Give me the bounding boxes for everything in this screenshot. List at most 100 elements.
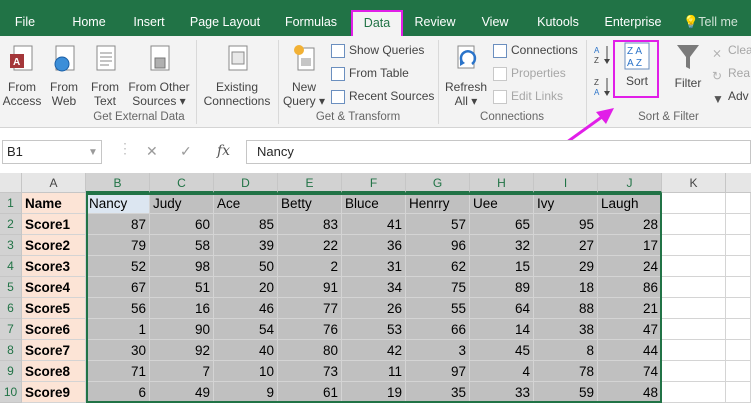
data-cell[interactable]: 85 bbox=[214, 214, 278, 235]
header-cell[interactable]: Ace bbox=[214, 193, 278, 214]
data-cell[interactable]: 20 bbox=[214, 277, 278, 298]
data-cell[interactable]: 3 bbox=[406, 340, 470, 361]
row-header-1[interactable]: 1 bbox=[0, 193, 22, 214]
data-cell[interactable]: 59 bbox=[534, 382, 598, 403]
column-header-a[interactable]: A bbox=[22, 173, 86, 193]
column-header-d[interactable]: D bbox=[214, 173, 278, 193]
enter-check-icon[interactable]: ✓ bbox=[180, 143, 192, 160]
tab-data[interactable]: Data bbox=[351, 10, 403, 36]
data-cell[interactable]: 29 bbox=[534, 256, 598, 277]
sort-descending-button[interactable]: Z A bbox=[594, 76, 612, 101]
tab-file[interactable]: File bbox=[8, 9, 42, 35]
data-cell[interactable]: 8 bbox=[534, 340, 598, 361]
empty-cell[interactable] bbox=[726, 319, 751, 340]
row-header-9[interactable]: 9 bbox=[0, 361, 22, 382]
data-cell[interactable]: 54 bbox=[214, 319, 278, 340]
column-header-e[interactable]: E bbox=[278, 173, 342, 193]
data-cell[interactable]: 31 bbox=[342, 256, 406, 277]
tab-view[interactable]: View bbox=[474, 9, 516, 35]
data-cell[interactable]: 86 bbox=[598, 277, 662, 298]
data-cell[interactable]: 46 bbox=[214, 298, 278, 319]
header-cell[interactable]: Judy bbox=[150, 193, 214, 214]
data-cell[interactable]: 10 bbox=[214, 361, 278, 382]
tab-page-layout[interactable]: Page Layout bbox=[186, 9, 264, 35]
row-header-2[interactable]: 2 bbox=[0, 214, 22, 235]
data-cell[interactable]: 42 bbox=[342, 340, 406, 361]
data-cell[interactable]: 28 bbox=[598, 214, 662, 235]
header-cell[interactable]: Ivy bbox=[534, 193, 598, 214]
row-header-10[interactable]: 10 bbox=[0, 382, 22, 403]
name-cell[interactable]: Score6 bbox=[22, 319, 86, 340]
data-cell[interactable]: 9 bbox=[214, 382, 278, 403]
column-header-k[interactable]: K bbox=[662, 173, 726, 193]
clear-filter-button[interactable]: ⨯ Clea bbox=[712, 41, 751, 60]
data-cell[interactable]: 49 bbox=[150, 382, 214, 403]
insert-function-icon[interactable]: fx bbox=[217, 143, 230, 159]
data-cell[interactable]: 96 bbox=[406, 235, 470, 256]
tab-kutools[interactable]: Kutools bbox=[530, 9, 586, 35]
data-cell[interactable]: 58 bbox=[150, 235, 214, 256]
data-cell[interactable]: 79 bbox=[86, 235, 150, 256]
data-cell[interactable]: 11 bbox=[342, 361, 406, 382]
data-cell[interactable]: 38 bbox=[534, 319, 598, 340]
header-cell[interactable]: Uee bbox=[470, 193, 534, 214]
data-cell[interactable]: 26 bbox=[342, 298, 406, 319]
data-cell[interactable]: 55 bbox=[406, 298, 470, 319]
empty-cell[interactable] bbox=[662, 277, 726, 298]
data-cell[interactable]: 67 bbox=[86, 277, 150, 298]
data-cell[interactable]: 47 bbox=[598, 319, 662, 340]
name-cell[interactable]: Score4 bbox=[22, 277, 86, 298]
data-cell[interactable]: 33 bbox=[470, 382, 534, 403]
data-cell[interactable]: 78 bbox=[534, 361, 598, 382]
name-cell[interactable]: Score3 bbox=[22, 256, 86, 277]
data-cell[interactable]: 92 bbox=[150, 340, 214, 361]
data-cell[interactable]: 44 bbox=[598, 340, 662, 361]
name-cell[interactable]: Score7 bbox=[22, 340, 86, 361]
data-cell[interactable]: 50 bbox=[214, 256, 278, 277]
data-cell[interactable]: 35 bbox=[406, 382, 470, 403]
empty-cell[interactable] bbox=[726, 193, 751, 214]
data-cell[interactable]: 34 bbox=[342, 277, 406, 298]
data-cell[interactable]: 7 bbox=[150, 361, 214, 382]
empty-cell[interactable] bbox=[726, 340, 751, 361]
row-header-3[interactable]: 3 bbox=[0, 235, 22, 256]
sort-ascending-button[interactable]: A Z bbox=[594, 44, 612, 69]
header-cell[interactable]: Betty bbox=[278, 193, 342, 214]
formula-input[interactable]: Nancy bbox=[246, 140, 751, 164]
data-cell[interactable]: 60 bbox=[150, 214, 214, 235]
header-cell[interactable]: Henrry bbox=[406, 193, 470, 214]
data-cell[interactable]: 40 bbox=[214, 340, 278, 361]
column-header-i[interactable]: I bbox=[534, 173, 598, 193]
data-cell[interactable]: 91 bbox=[278, 277, 342, 298]
tab-review[interactable]: Review bbox=[410, 9, 460, 35]
column-header-h[interactable]: H bbox=[470, 173, 534, 193]
data-cell[interactable]: 24 bbox=[598, 256, 662, 277]
cancel-icon[interactable]: ✕ bbox=[146, 143, 158, 160]
data-cell[interactable]: 90 bbox=[150, 319, 214, 340]
empty-cell[interactable] bbox=[726, 361, 751, 382]
advanced-filter-button[interactable]: ▼ Adv bbox=[712, 87, 749, 106]
row-header-6[interactable]: 6 bbox=[0, 298, 22, 319]
data-cell[interactable]: 21 bbox=[598, 298, 662, 319]
column-header-f[interactable]: F bbox=[342, 173, 406, 193]
tab-enterprise[interactable]: Enterprise bbox=[600, 9, 666, 35]
data-cell[interactable]: 32 bbox=[470, 235, 534, 256]
data-cell[interactable]: 1 bbox=[86, 319, 150, 340]
empty-cell[interactable] bbox=[662, 319, 726, 340]
data-cell[interactable]: 22 bbox=[278, 235, 342, 256]
new-query-button[interactable]: New Query ▾ bbox=[282, 42, 326, 108]
header-cell[interactable]: Nancy bbox=[86, 193, 150, 214]
data-cell[interactable]: 19 bbox=[342, 382, 406, 403]
data-cell[interactable]: 74 bbox=[598, 361, 662, 382]
data-cell[interactable]: 75 bbox=[406, 277, 470, 298]
name-box[interactable]: B1 bbox=[2, 140, 102, 164]
data-cell[interactable]: 80 bbox=[278, 340, 342, 361]
data-cell[interactable]: 48 bbox=[598, 382, 662, 403]
data-cell[interactable]: 53 bbox=[342, 319, 406, 340]
empty-cell[interactable] bbox=[726, 256, 751, 277]
header-cell[interactable]: Bluce bbox=[342, 193, 406, 214]
data-cell[interactable]: 65 bbox=[470, 214, 534, 235]
empty-cell[interactable] bbox=[662, 214, 726, 235]
name-cell[interactable]: Name bbox=[22, 193, 86, 214]
show-queries-button[interactable]: Show Queries bbox=[331, 41, 424, 59]
